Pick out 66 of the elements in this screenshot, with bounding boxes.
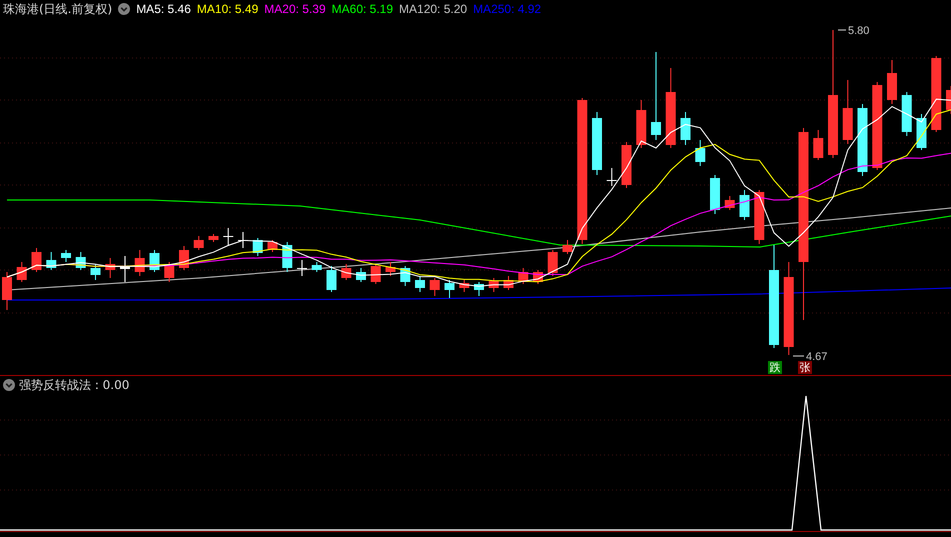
moving-average-label: MA5: 5.46 [136,2,191,16]
candlestick [46,252,56,270]
candlestick [622,142,632,188]
candlestick [61,250,71,262]
candlestick [194,236,204,250]
dropdown-icon[interactable] [118,3,130,15]
candlestick [356,268,366,282]
candlestick [916,114,926,150]
candlestick [710,174,720,214]
candlestick [386,262,396,276]
candlestick [120,256,130,282]
candlestick [724,196,735,210]
candlestick [902,92,912,136]
candlestick [592,112,602,176]
candlestick [813,130,824,160]
moving-average-label: MA10: 5.49 [196,2,258,16]
dropdown-icon[interactable] [3,379,15,391]
candlestick [548,250,558,276]
candlestick [695,140,706,166]
candlestick [842,80,853,144]
candlestick [444,280,454,298]
chart-title: 珠海港(日线.前复权) [3,0,112,18]
candlestick [754,190,764,244]
candlestick [606,168,617,186]
signal-badge: 跌 [768,361,782,374]
candlestick [134,250,145,276]
candlestick [488,278,499,292]
candlestick [562,240,572,254]
indicator-title: 强势反转战法 : 0.00 [19,376,130,394]
moving-average-label: MA20: 5.39 [264,2,326,16]
candlestick [297,260,307,276]
candlestick [504,276,514,290]
candlestick [400,266,410,286]
moving-average-label: MA120: 5.20 [399,2,468,16]
candlestick [164,262,174,282]
candlestick [887,60,897,104]
moving-average-label: MA60: 5.19 [332,2,394,16]
candlestick [282,242,292,272]
candlestick [680,112,690,146]
low-price-label: 4.67 [806,351,828,363]
candlestick [90,264,100,280]
candlestick [2,272,12,310]
candlestick [946,86,951,114]
signal-badge: 张 [798,361,812,374]
candlestick [636,100,646,148]
candlestick [430,278,440,296]
candlestick [518,268,528,284]
candlestick [252,238,263,256]
candlestick [474,282,484,296]
candlestick [533,270,543,284]
candlestick [459,280,470,292]
candlestick [341,264,352,280]
candlestick [268,240,278,252]
candlestick [312,262,322,272]
moving-average-label: MA250: 4.92 [473,2,542,16]
candlestick [326,266,336,292]
candlestick [76,252,86,270]
candlestick [208,234,218,242]
candlestick [415,276,425,292]
candlestick [223,228,234,246]
high-price-label: 5.80 [848,25,870,37]
candlestick [32,248,42,272]
candlestick [740,190,750,220]
candlestick [16,262,27,282]
candlestick [370,264,381,284]
candlestick [105,258,116,278]
